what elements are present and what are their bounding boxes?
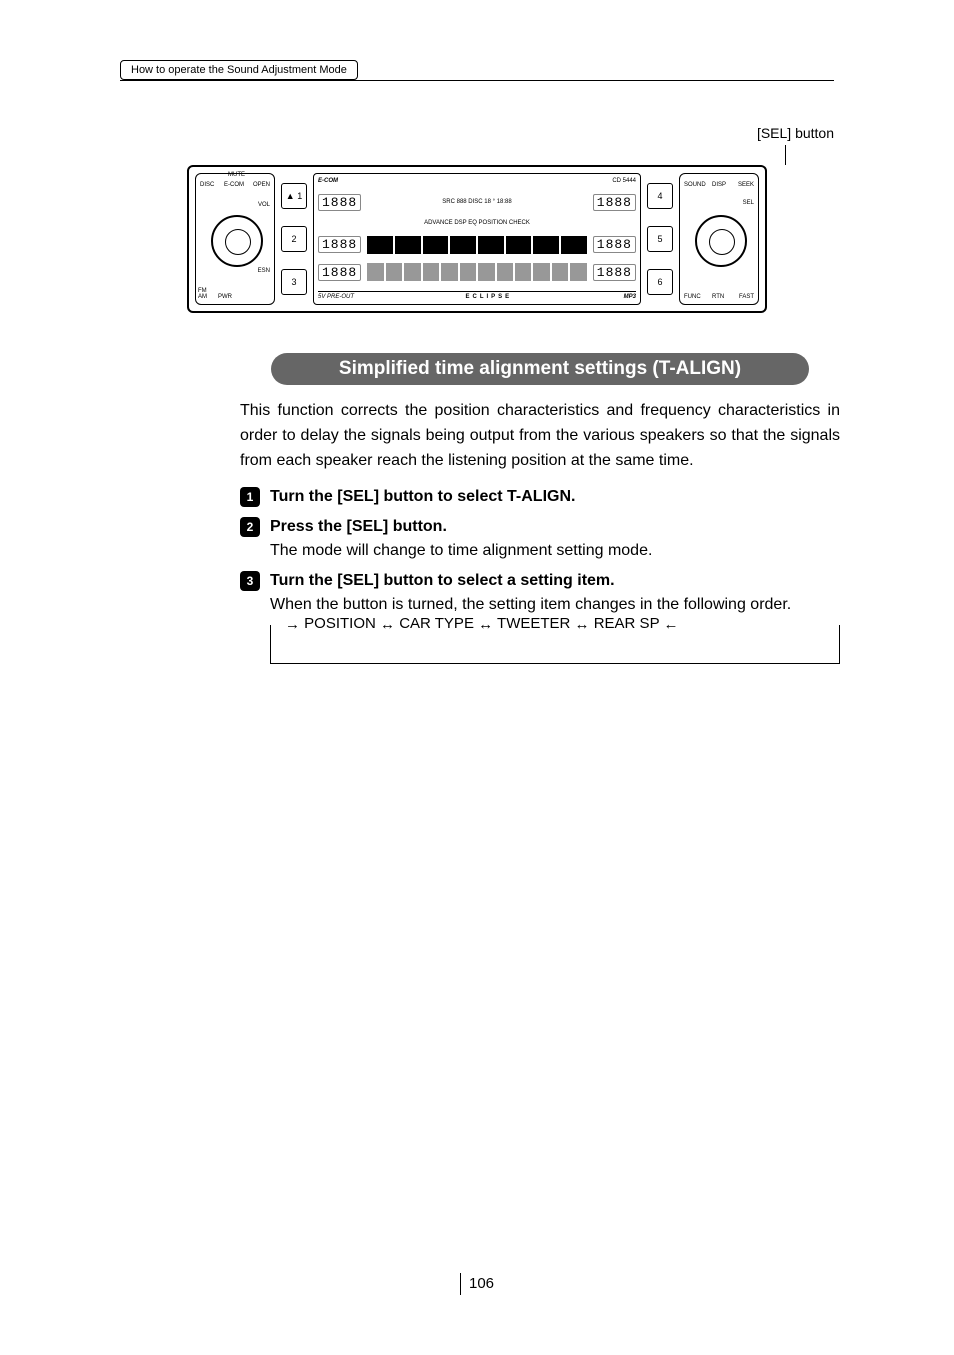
preset-2: 2 [281, 226, 307, 252]
step-1-bold: Turn the [SEL] button to select T-ALIGN. [270, 488, 575, 505]
screen-brand: E-COM [318, 178, 338, 184]
lcd-screen: E-COM CD 5444 1888 SRC 888 DISC 18 ° 18:… [313, 173, 641, 305]
label-func: FUNC [684, 294, 701, 300]
preset-3: 3 [281, 269, 307, 295]
right-knob: SOUND DISP SEEK SEL FUNC RTN FAST [679, 173, 759, 305]
screen-model: CD 5444 [612, 178, 636, 184]
section-title: Simplified time alignment settings (T-AL… [271, 353, 809, 385]
eclipse-brand: ECLIPSE [465, 294, 512, 300]
preset-col-left: ▲ 1 2 3 [281, 173, 307, 305]
right-dial-icon [695, 215, 747, 267]
label-disp: DISP [712, 182, 726, 188]
label-fast: FAST [739, 294, 754, 300]
label-rtn: RTN [712, 294, 724, 300]
label-mute: MUTE [228, 172, 245, 178]
spectrum-icon [367, 236, 587, 254]
seg-r3: 1888 [593, 264, 636, 281]
preset-5: 5 [647, 226, 673, 252]
label-fm-am: FM AM [198, 288, 207, 300]
arrow-lr-icon: ↔ [478, 616, 493, 633]
label-disc: DISC [200, 182, 214, 188]
flow-c: TWEETER [497, 615, 570, 632]
callout-leader [785, 145, 786, 165]
seg-l2: 1888 [318, 236, 361, 253]
breadcrumb: How to operate the Sound Adjustment Mode [120, 60, 358, 80]
arrow-lr-icon: ↔ [575, 616, 590, 633]
step-num-2: 2 [240, 517, 260, 537]
left-knob: MUTE DISC E-COM OPEN VOL ESN FM AM PWR [195, 173, 275, 305]
screen-topline: SRC 888 DISC 18 ° 18:88 [367, 199, 587, 205]
label-seek: SEEK [738, 182, 754, 188]
label-sound: SOUND [684, 182, 706, 188]
spectrum2-icon [367, 263, 587, 281]
seg-l1: 1888 [318, 194, 361, 211]
page-number: 106 [0, 1273, 954, 1295]
flow-order: → POSITION ↔ CAR TYPE ↔ TWEETER ↔ REAR S… [270, 625, 840, 664]
arrow-left-icon: ← [663, 616, 678, 633]
step-2-bold: Press the [SEL] button. [270, 518, 447, 535]
flow-b: CAR TYPE [399, 615, 474, 632]
step-3-body: When the button is turned, the setting i… [270, 596, 791, 613]
step-3: 3 Turn the [SEL] button to select a sett… [240, 569, 840, 617]
mp3-label: MP3 [624, 294, 636, 300]
flow-d: REAR SP [594, 615, 660, 632]
label-pwr: PWR [218, 294, 232, 300]
flow-a: POSITION [304, 615, 376, 632]
step-num-3: 3 [240, 571, 260, 591]
left-dial-icon [211, 215, 263, 267]
label-esn: ESN [258, 268, 270, 274]
sel-button-callout: [SEL] button [120, 125, 834, 141]
label-sel: SEL [743, 200, 754, 206]
label-ecom: E-COM [224, 182, 244, 188]
screen-tags: ADVANCE DSP EQ POSITION CHECK [318, 220, 636, 226]
preset-col-right: 4 5 6 [647, 173, 673, 305]
label-open: OPEN [253, 182, 270, 188]
preset-1: ▲ 1 [281, 183, 307, 209]
step-3-bold: Turn the [SEL] button to select a settin… [270, 572, 615, 589]
step-2-body: The mode will change to time alignment s… [270, 542, 652, 559]
seg-l3: 1888 [318, 264, 361, 281]
preset-6: 6 [647, 269, 673, 295]
label-vol: VOL [258, 202, 270, 208]
preset-4: 4 [647, 183, 673, 209]
preout-label: 5V PRE-OUT [318, 294, 354, 300]
seg-r2: 1888 [593, 236, 636, 253]
arrow-right-icon: → [285, 616, 300, 633]
step-2: 2 Press the [SEL] button. The mode will … [240, 515, 840, 563]
device-illustration: MUTE DISC E-COM OPEN VOL ESN FM AM PWR ▲… [187, 165, 767, 313]
step-num-1: 1 [240, 487, 260, 507]
arrow-lr-icon: ↔ [380, 616, 395, 633]
seg-r1: 1888 [593, 194, 636, 211]
section-intro: This function corrects the position char… [240, 399, 840, 473]
step-1: 1 Turn the [SEL] button to select T-ALIG… [240, 485, 840, 509]
